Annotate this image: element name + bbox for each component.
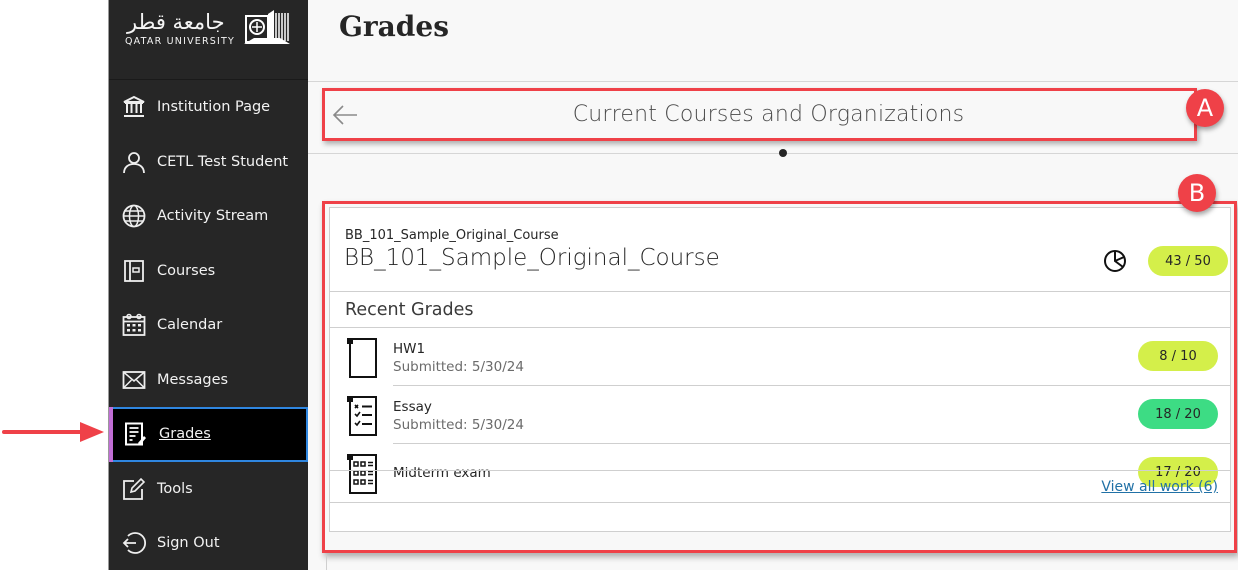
grades-icon — [123, 421, 149, 447]
sidebar-item-label: Messages — [157, 371, 229, 388]
overall-grade-pill[interactable]: 43 / 50 — [1148, 246, 1228, 276]
sidebar-item-profile[interactable]: CETL Test Student — [109, 135, 308, 190]
logo-english-text: QATAR UNIVERSITY — [125, 36, 236, 47]
university-emblem-icon — [244, 10, 290, 44]
sidebar-item-sign-out[interactable]: Sign Out — [109, 516, 308, 570]
annotation-badge-b: B — [1178, 174, 1216, 212]
sidebar-item-institution-page[interactable]: Institution Page — [109, 80, 308, 135]
sidebar-item-grades[interactable]: Grades — [109, 407, 308, 462]
grade-item-submitted: Submitted: 5/30/24 — [393, 417, 524, 433]
sidebar-item-label: Calendar — [157, 317, 223, 334]
annotation-arrow-icon — [2, 422, 104, 442]
sidebar-item-label: Grades — [159, 426, 211, 443]
sign-out-icon — [121, 530, 147, 556]
sidebar-item-activity-stream[interactable]: Activity Stream — [109, 189, 308, 244]
recent-grades-heading: Recent Grades — [330, 292, 1230, 328]
book-icon — [121, 258, 147, 284]
course-id: BB_101_Sample_Original_Course — [345, 228, 559, 243]
sidebar-item-label: Tools — [157, 480, 193, 497]
sidebar-item-calendar[interactable]: Calendar — [109, 298, 308, 353]
divider — [308, 153, 1238, 154]
pie-chart-icon[interactable] — [1103, 249, 1127, 273]
edit-icon — [121, 476, 147, 502]
divider — [308, 81, 1238, 82]
carousel-page-indicator[interactable] — [779, 149, 787, 157]
assignment-icon — [347, 338, 377, 378]
view-all-work-link[interactable]: View all work (6) — [1101, 479, 1218, 495]
institution-icon — [121, 94, 147, 120]
sidebar-item-label: Courses — [157, 262, 216, 279]
grade-score-pill[interactable]: 8 / 10 — [1138, 341, 1218, 371]
page-title: Grades — [339, 10, 449, 43]
grade-item-name[interactable]: Essay — [393, 399, 432, 415]
annotation-badge-a: A — [1186, 89, 1224, 127]
sidebar-item-label: Activity Stream — [157, 208, 269, 225]
sidebar: جامعة قطر QATAR UNIVERSITY Institution P… — [108, 0, 308, 570]
sidebar-item-tools[interactable]: Tools — [109, 462, 308, 517]
arrow-left-icon[interactable] — [331, 103, 361, 127]
grade-row[interactable]: Essay Submitted: 5/30/24 18 / 20 — [330, 386, 1230, 444]
logo-arabic-text: جامعة قطر — [127, 10, 225, 34]
grade-score-pill[interactable]: 18 / 20 — [1138, 399, 1218, 429]
globe-icon — [121, 203, 147, 229]
annotation-frame-b: BB_101_Sample_Original_Course BB_101_Sam… — [322, 201, 1237, 553]
sidebar-item-label: CETL Test Student — [157, 153, 289, 170]
course-name[interactable]: BB_101_Sample_Original_Course — [344, 245, 720, 271]
card-footer: View all work (6) — [330, 470, 1230, 503]
grade-item-submitted: Submitted: 5/30/24 — [393, 359, 524, 375]
carousel-title: Current Courses and Organizations — [572, 102, 965, 127]
grade-row[interactable]: HW1 Submitted: 5/30/24 8 / 10 — [330, 328, 1230, 386]
main-content: Grades Current Courses and Organizations… — [308, 0, 1238, 570]
user-icon — [121, 149, 147, 175]
sidebar-item-label: Sign Out — [157, 535, 220, 552]
checklist-icon — [347, 396, 377, 436]
course-carousel-header: Current Courses and Organizations — [322, 88, 1197, 141]
sidebar-item-label: Institution Page — [157, 99, 271, 116]
sidebar-item-messages[interactable]: Messages — [109, 353, 308, 408]
sidebar-nav: Institution Page CETL Test Student Activ… — [109, 80, 308, 570]
course-header[interactable]: BB_101_Sample_Original_Course BB_101_Sam… — [330, 208, 1230, 292]
sidebar-item-courses[interactable]: Courses — [109, 244, 308, 299]
envelope-icon — [121, 367, 147, 393]
calendar-icon — [121, 312, 147, 338]
qatar-university-logo[interactable]: جامعة قطر QATAR UNIVERSITY — [109, 0, 308, 80]
course-grade-card: BB_101_Sample_Original_Course BB_101_Sam… — [329, 207, 1231, 532]
next-card-edge — [326, 555, 327, 570]
grade-item-name[interactable]: HW1 — [393, 341, 425, 357]
left-gutter — [0, 0, 108, 570]
